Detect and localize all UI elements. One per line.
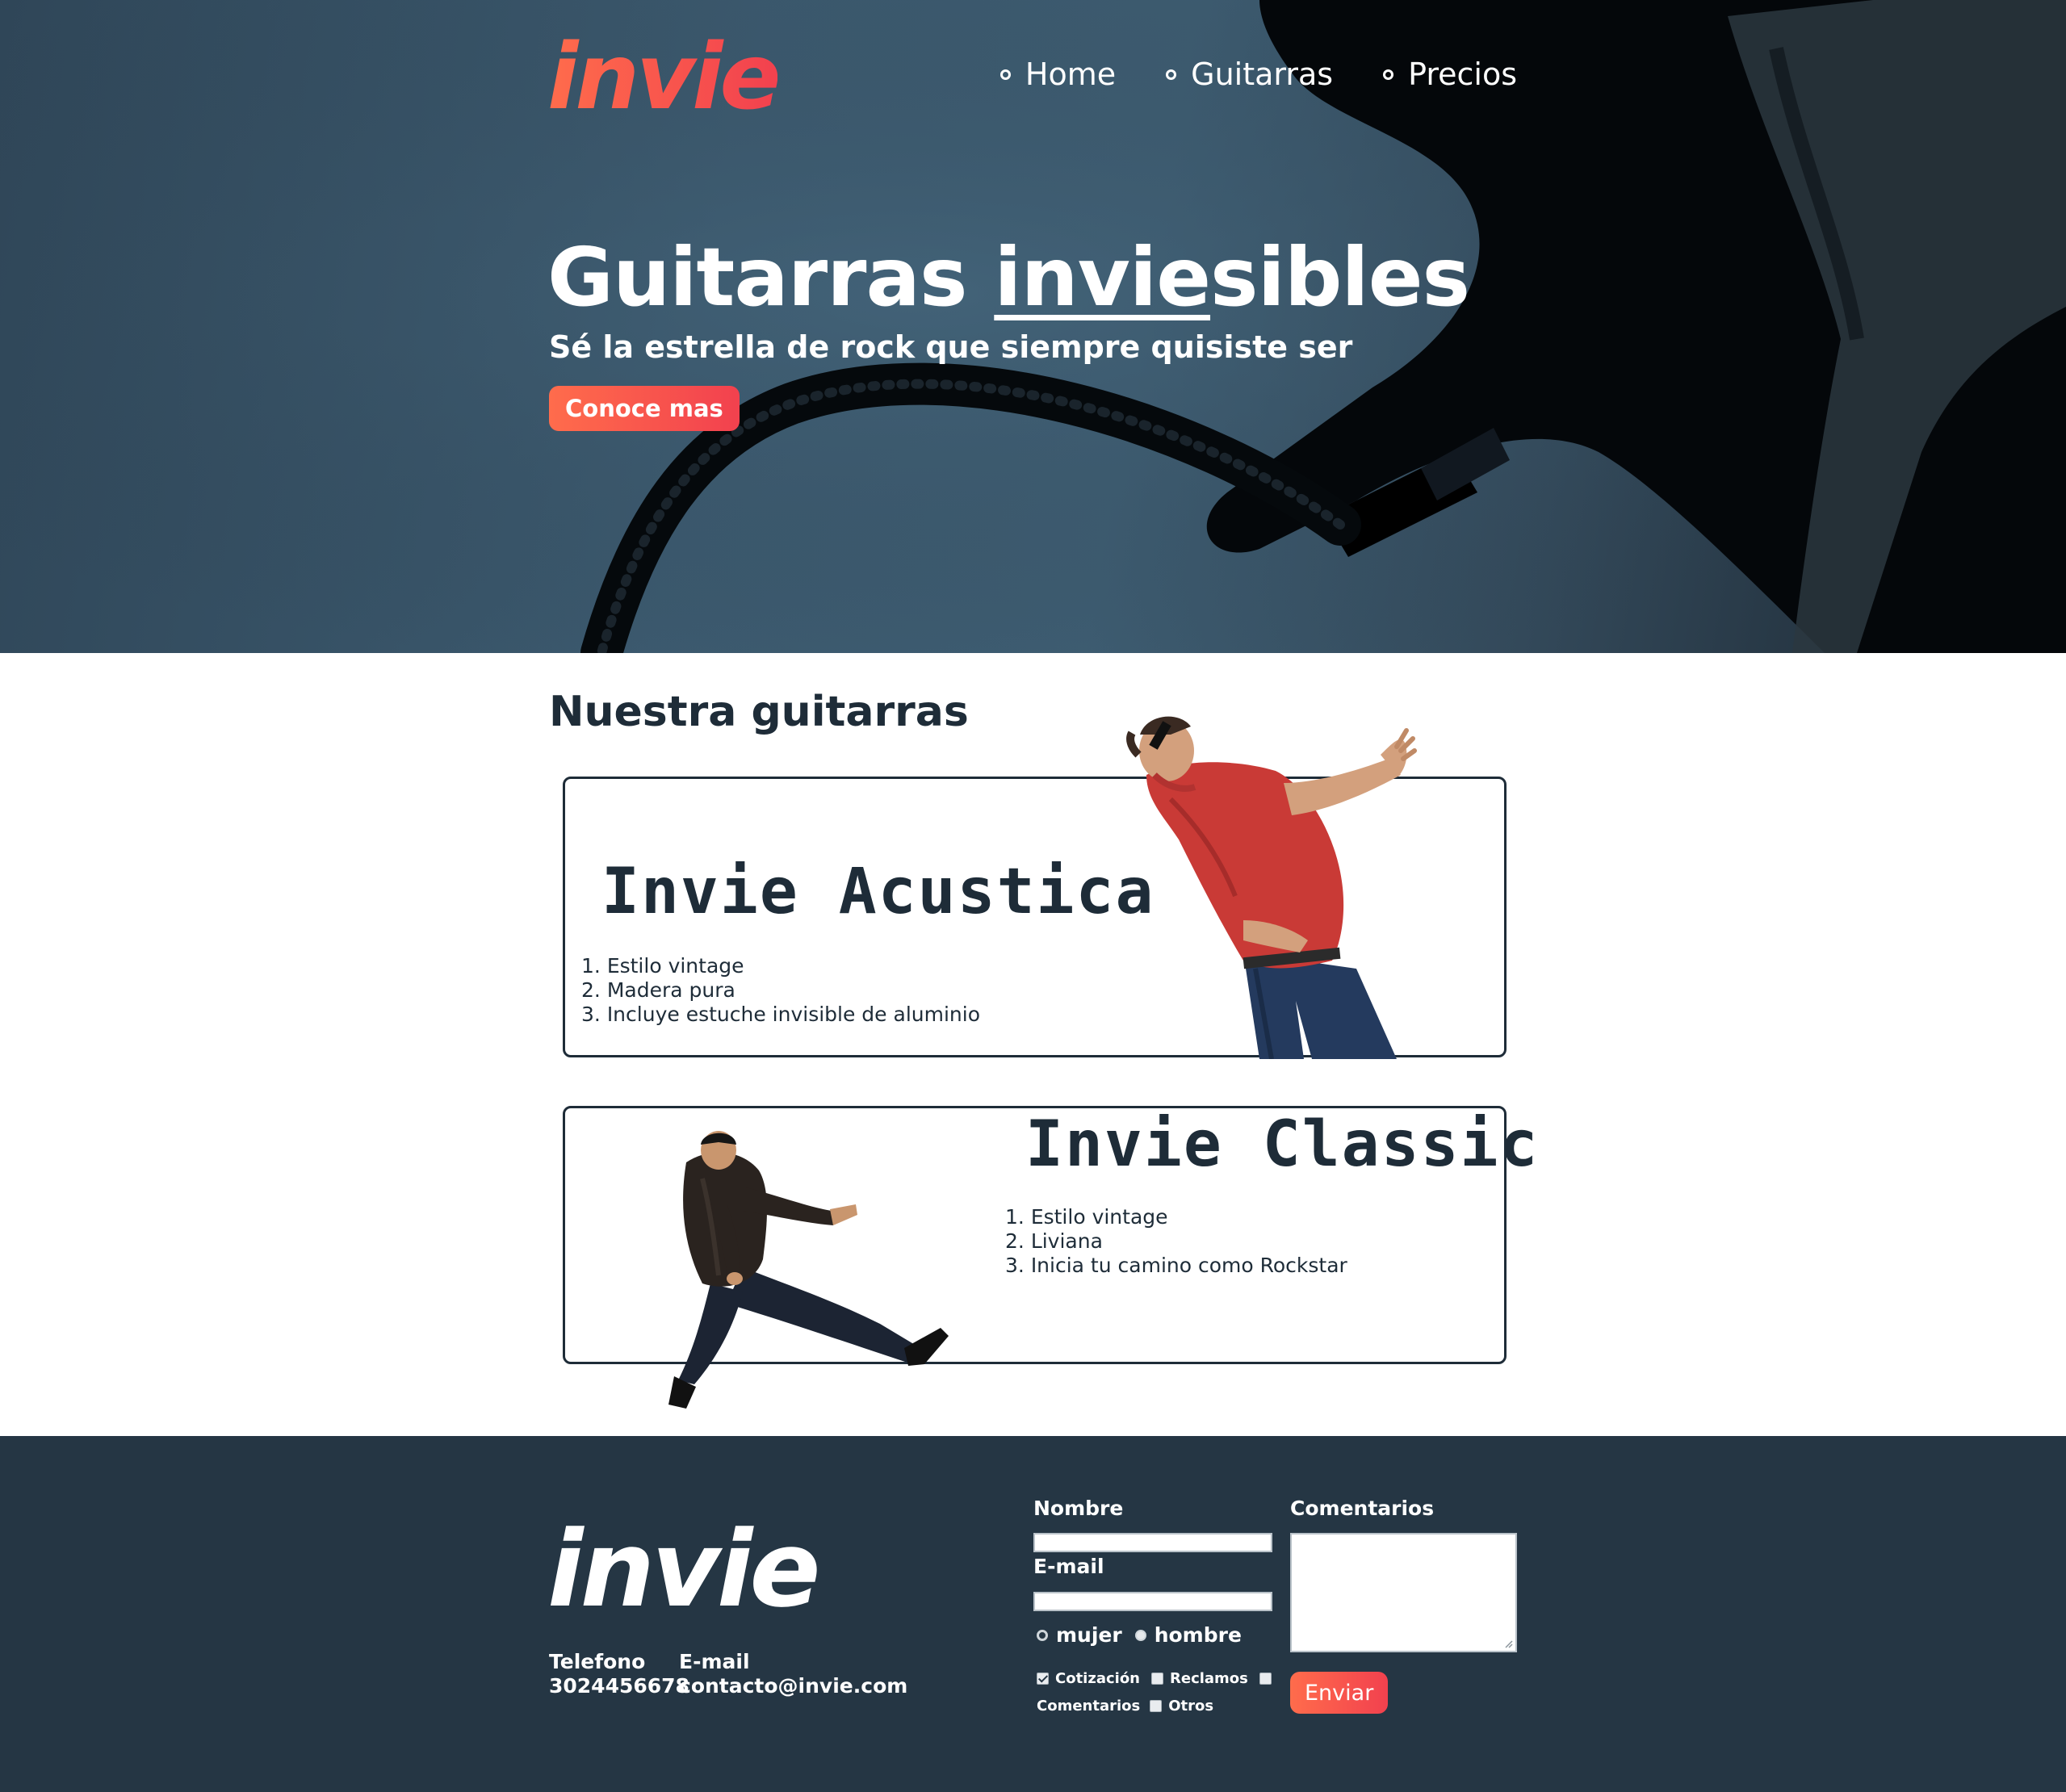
nav-item-label: Guitarras bbox=[1191, 57, 1334, 92]
radio-label-mujer: mujer bbox=[1056, 1623, 1122, 1647]
nav-item-label: Precios bbox=[1408, 57, 1517, 92]
guitar-silhouette-image bbox=[0, 0, 2066, 653]
hero-title-underlined: invie bbox=[994, 230, 1211, 324]
email-value[interactable]: contacto@invie.com bbox=[679, 1674, 907, 1698]
hero-subtitle: Sé la estrella de rock que siempre quisi… bbox=[549, 329, 1353, 365]
comments-label: Comentarios bbox=[1290, 1497, 1435, 1520]
product-features: Estilo vintage Madera pura Incluye estuc… bbox=[581, 954, 980, 1027]
enviar-button[interactable]: Enviar bbox=[1290, 1672, 1389, 1714]
phone-label: Telefono bbox=[549, 1650, 646, 1673]
nav-item-home[interactable]: Home bbox=[999, 57, 1117, 92]
list-item: Liviana bbox=[1005, 1229, 1347, 1254]
resize-grip-icon[interactable] bbox=[1503, 1639, 1513, 1648]
email-input[interactable] bbox=[1033, 1592, 1272, 1611]
bullet-icon bbox=[1383, 69, 1394, 80]
checkbox-reclamos[interactable] bbox=[1151, 1673, 1163, 1685]
radio-mujer[interactable] bbox=[1037, 1629, 1048, 1641]
phone-value: 3024456678 bbox=[549, 1674, 689, 1698]
rocker-jumping-image bbox=[668, 1131, 949, 1409]
nav-item-label: Home bbox=[1025, 57, 1117, 92]
email-label: E-mail bbox=[679, 1650, 750, 1673]
invie-logo[interactable]: invie bbox=[547, 32, 781, 123]
footer: invie Telefono 3024456678 E-mail contact… bbox=[0, 1436, 2066, 1792]
checkbox-cotizacion[interactable] bbox=[1037, 1673, 1049, 1685]
checkbox-label: Comentarios bbox=[1037, 1698, 1141, 1715]
gender-radio-group: mujer hombre bbox=[1037, 1623, 1242, 1647]
main-nav: Home Guitarras Precios bbox=[999, 57, 1517, 92]
nav-item-guitarras[interactable]: Guitarras bbox=[1166, 57, 1333, 92]
radio-hombre[interactable] bbox=[1134, 1629, 1146, 1641]
list-item: Estilo vintage bbox=[581, 954, 980, 978]
list-item: Inicia tu camino como Rockstar bbox=[1005, 1254, 1347, 1278]
list-item: Incluye estuche invisible de aluminio bbox=[581, 1003, 980, 1027]
email-field-label: E-mail bbox=[1033, 1555, 1104, 1578]
product-features: Estilo vintage Liviana Inicia tu camino … bbox=[1005, 1205, 1347, 1278]
checkbox-row-1: Cotización Reclamos bbox=[1037, 1670, 1272, 1687]
comments-textarea[interactable] bbox=[1290, 1533, 1517, 1652]
phone-block: Telefono 3024456678 bbox=[549, 1650, 689, 1698]
checkbox-row-2: Comentarios Otros bbox=[1037, 1698, 1213, 1715]
hero-title-pre: Guitarras bbox=[547, 230, 995, 324]
product-title: Invie Classic bbox=[1025, 1108, 1540, 1181]
list-item: Madera pura bbox=[581, 978, 980, 1003]
radio-label-hombre: hombre bbox=[1154, 1623, 1242, 1647]
checkbox-otros[interactable] bbox=[1150, 1700, 1163, 1712]
hero-title-post: sibles bbox=[1210, 230, 1470, 324]
name-input[interactable] bbox=[1033, 1533, 1272, 1552]
nav-item-precios[interactable]: Precios bbox=[1383, 57, 1517, 92]
checkbox-label: Cotización bbox=[1055, 1670, 1140, 1687]
conoce-mas-button[interactable]: Conoce mas bbox=[549, 386, 740, 431]
product-title: Invie Acustica bbox=[601, 856, 1155, 928]
hero-section: invie Home Guitarras Precios Guitarras i… bbox=[0, 0, 2066, 653]
name-label: Nombre bbox=[1033, 1497, 1124, 1520]
invie-footer-logo[interactable]: invie bbox=[547, 1517, 821, 1622]
section-title: Nuestra guitarras bbox=[549, 688, 969, 736]
list-item: Estilo vintage bbox=[1005, 1205, 1347, 1229]
bullet-icon bbox=[1166, 69, 1177, 80]
bullet-icon bbox=[999, 69, 1011, 80]
hero-title: Guitarras inviesibles bbox=[547, 230, 1470, 324]
checkbox-label: Reclamos bbox=[1170, 1670, 1248, 1687]
checkbox-label: Otros bbox=[1168, 1698, 1214, 1715]
checkbox-comentarios[interactable] bbox=[1259, 1673, 1272, 1685]
email-block: E-mail contacto@invie.com bbox=[679, 1650, 907, 1698]
rocker-leaning-image bbox=[1126, 716, 1417, 1059]
